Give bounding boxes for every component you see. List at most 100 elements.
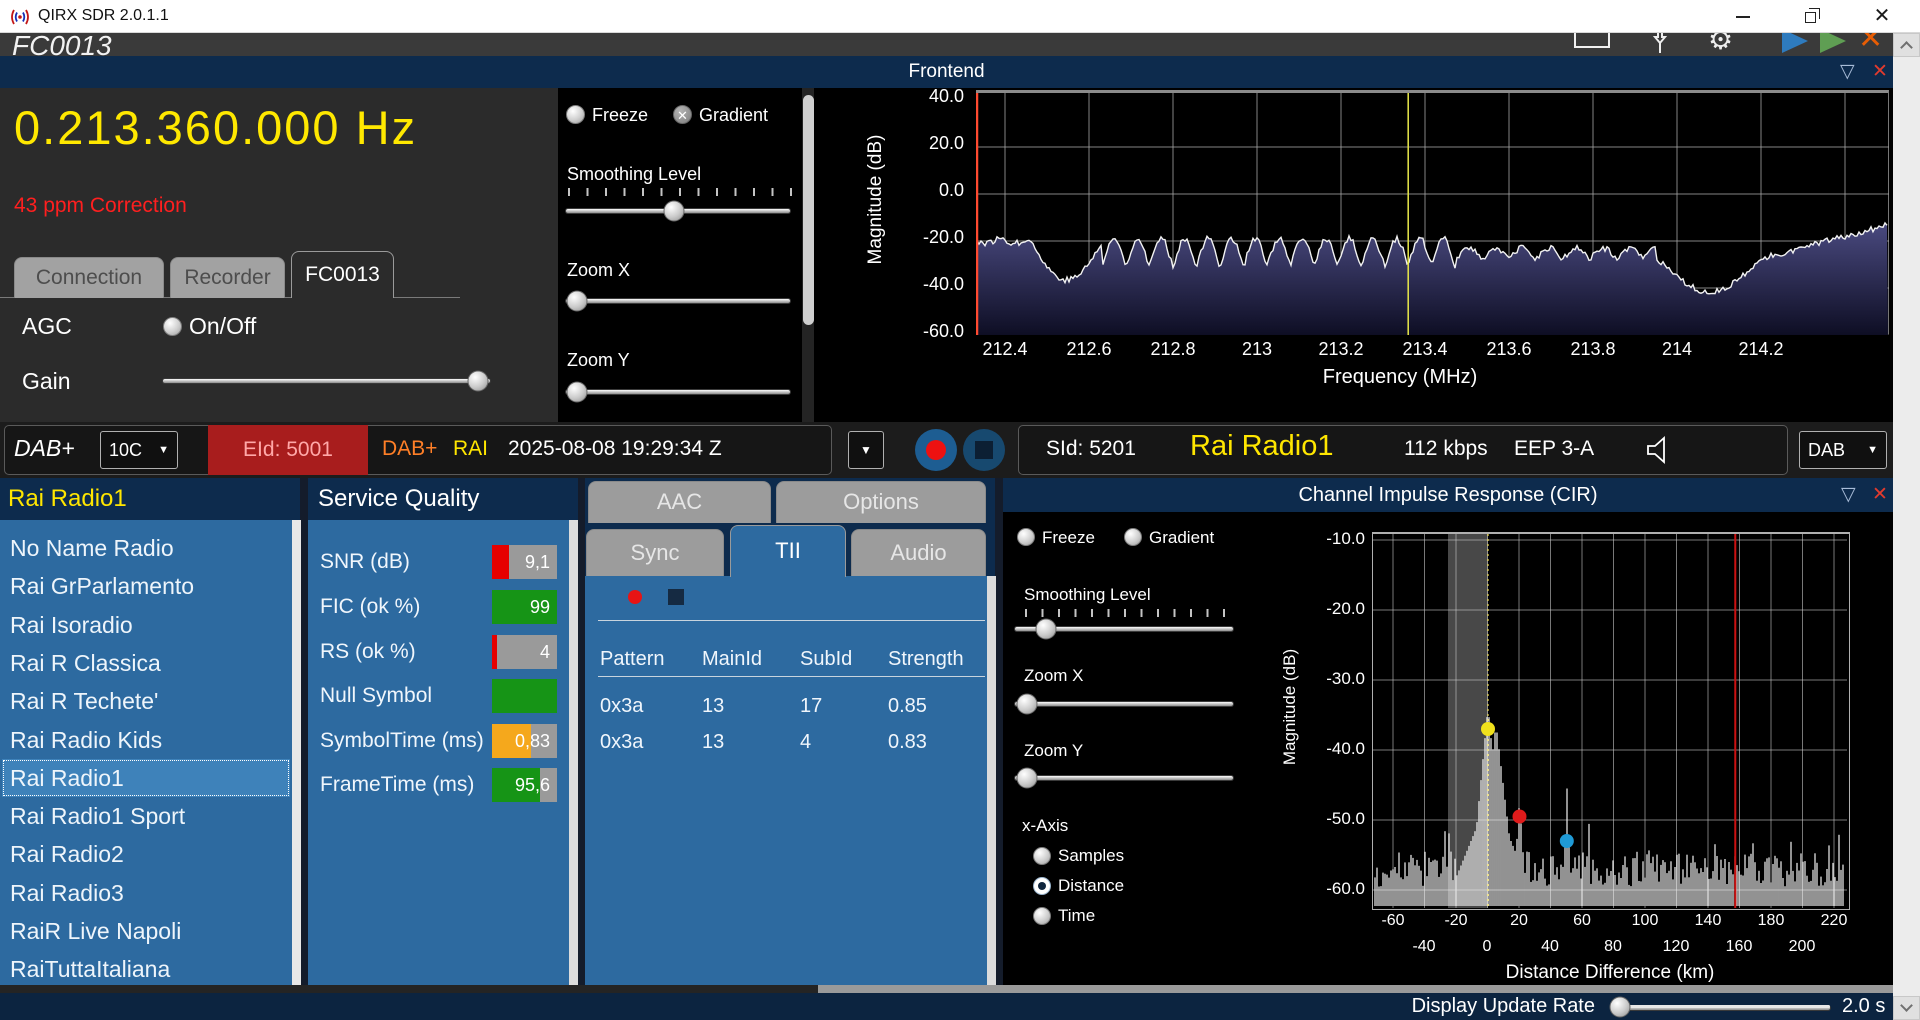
zoom-x-slider-thumb[interactable] — [567, 291, 588, 312]
frontend-title: Frontend — [0, 61, 1893, 83]
spectrum-xtick: 212.4 — [965, 339, 1045, 360]
services-scrollbar[interactable] — [292, 520, 301, 985]
gain-slider-thumb[interactable] — [468, 371, 489, 392]
service-item[interactable]: Rai Radio Kids — [2, 721, 290, 759]
smoothing-slider-thumb[interactable] — [664, 201, 685, 222]
receiver-tab-fc0013[interactable]: FC0013 — [291, 251, 394, 298]
decoder-tab-sync[interactable]: Sync — [586, 529, 724, 576]
service-item[interactable]: Rai GrParlamento — [2, 567, 290, 605]
service-item[interactable]: RaiR Live Napoli — [2, 912, 290, 950]
cir-plot[interactable] — [1372, 532, 1850, 910]
service-item[interactable]: Rai Isoradio — [2, 606, 290, 644]
cir-collapse-icon[interactable]: ▽ — [1841, 483, 1856, 506]
output-select[interactable]: DAB ▼ — [1799, 431, 1887, 469]
green-flag-icon[interactable] — [1820, 33, 1846, 53]
agc-toggle-label: On/Off — [189, 313, 256, 340]
receiver-tab-connection[interactable]: Connection — [14, 257, 164, 298]
record-icon — [926, 440, 946, 460]
cir-grid — [1373, 534, 1847, 908]
service-item[interactable]: Rai Radio3 — [2, 874, 290, 912]
cir-ytick: -50.0 — [1265, 809, 1365, 829]
gain-slider-track[interactable] — [163, 379, 490, 383]
update-rate-thumb[interactable] — [1610, 997, 1631, 1018]
cir-gradient-label: Gradient — [1149, 528, 1214, 548]
cir-smoothing-label: Smoothing Level — [1024, 585, 1151, 605]
timestamp: 2025-08-08 19:29:34 Z — [508, 437, 722, 461]
frontend-splitter[interactable] — [803, 95, 814, 325]
cir-zoom-y-thumb[interactable] — [1017, 768, 1038, 789]
service-item[interactable]: Rai R Classica — [2, 644, 290, 682]
record-button[interactable] — [915, 429, 957, 471]
spectrum-plot[interactable] — [976, 90, 1889, 334]
cir-zoom-y-label: Zoom Y — [1024, 741, 1083, 761]
zoom-y-slider-thumb[interactable] — [567, 382, 588, 403]
cir-xaxis-radio-time[interactable] — [1033, 907, 1051, 925]
right-scrollbar[interactable] — [1893, 33, 1920, 1020]
spectrum-ytick: -40.0 — [864, 274, 964, 295]
cir-xaxis-radio-samples[interactable] — [1033, 847, 1051, 865]
channel-value: 10C — [109, 440, 142, 461]
cir-smoothing-thumb[interactable] — [1036, 619, 1057, 640]
orange-close-icon[interactable]: ✕ — [1858, 33, 1883, 56]
cir-header: Channel Impulse Response (CIR) — [1003, 484, 1893, 507]
decoder-scrollbar[interactable] — [987, 576, 996, 985]
stop-button[interactable] — [963, 429, 1005, 471]
blue-flag-icon[interactable] — [1782, 33, 1808, 53]
frontend-collapse-icon[interactable]: ▽ — [1840, 60, 1855, 83]
service-item[interactable]: RaiTuttaItaliana — [2, 950, 290, 988]
decoder-tab-audio[interactable]: Audio — [851, 529, 986, 576]
cir-zoom-x-track[interactable] — [1015, 702, 1233, 706]
service-item[interactable]: Rai Radio1 — [2, 759, 290, 797]
scroll-up-button[interactable] — [1893, 33, 1920, 57]
zoom-y-slider-track[interactable] — [566, 390, 790, 394]
window-frame-icon[interactable] — [1574, 33, 1610, 48]
service-item[interactable]: No Name Radio — [2, 529, 290, 567]
frontend-close-icon[interactable]: ✕ — [1872, 60, 1888, 83]
service-item[interactable]: Rai Radio2 — [2, 835, 290, 873]
zoom-x-label: Zoom X — [567, 260, 630, 281]
status-bar: Display Update Rate 2.0 s — [0, 993, 1893, 1020]
cir-ylabel: Magnitude (dB) — [1280, 602, 1300, 812]
decoder-tab-tii[interactable]: TII — [730, 525, 846, 577]
restore-button[interactable] — [1788, 0, 1834, 33]
channel-select[interactable]: 10C ▼ — [100, 431, 178, 469]
agc-radio[interactable] — [163, 317, 182, 336]
services-panel: Rai Radio1 No Name RadioRai GrParlamento… — [0, 478, 300, 985]
speaker-icon[interactable] — [1640, 432, 1676, 468]
zoom-x-slider-track[interactable] — [566, 299, 790, 303]
freeze-radio[interactable] — [566, 105, 585, 124]
sq-header: Service Quality — [318, 485, 479, 513]
service-item[interactable]: Rai R Techete' — [2, 682, 290, 720]
sq-row-label: FrameTime (ms) — [320, 768, 474, 802]
cir-zoom-y-track[interactable] — [1015, 776, 1233, 780]
receiver-panel: 0.213.360.000 Hz 43 ppm Correction AGC O… — [0, 88, 558, 422]
spectrum-xtick: 213.6 — [1469, 339, 1549, 360]
decoder-panel: AACOptionsSyncTIIAudioPatternMainIdSubId… — [585, 478, 995, 985]
tii-column-header: MainId — [702, 648, 762, 671]
tii-column-header: Pattern — [600, 648, 664, 671]
cir-zoom-x-thumb[interactable] — [1017, 694, 1038, 715]
decoder-tab-options[interactable]: Options — [776, 481, 986, 523]
cir-gradient-radio[interactable] — [1124, 528, 1142, 546]
pin-icon[interactable] — [1650, 33, 1670, 55]
cir-xaxis-radio-distance[interactable] — [1033, 877, 1051, 895]
gear-icon[interactable]: ⚙ — [1708, 33, 1733, 56]
clipped-panel-caption: FC0013 — [12, 33, 112, 56]
minimize-button[interactable] — [1720, 0, 1766, 33]
dab-bar: DAB+ 10C ▼ EId: 5001 DAB+ RAI 2025-08-08… — [0, 422, 1893, 478]
sq-scrollbar[interactable] — [569, 520, 578, 985]
cir-freeze-radio[interactable] — [1017, 528, 1035, 546]
sq-row-label: Null Symbol — [320, 679, 432, 713]
decoder-tab-aac[interactable]: AAC — [588, 481, 771, 523]
update-rate-track2[interactable] — [1612, 1005, 1830, 1008]
spectrum-svg — [976, 93, 1889, 335]
service-item[interactable]: Rai Radio1 Sport — [2, 797, 290, 835]
gradient-checkbox[interactable]: ✕ — [673, 105, 692, 124]
mux-dropdown-button[interactable]: ▼ — [848, 431, 884, 469]
output-dropdown-icon: ▼ — [1867, 444, 1878, 456]
receiver-tab-recorder[interactable]: Recorder — [170, 257, 285, 298]
app-icon — [9, 6, 31, 28]
scroll-down-button[interactable] — [1893, 996, 1920, 1020]
close-button[interactable]: ✕ — [1859, 0, 1905, 33]
cir-close-icon[interactable]: ✕ — [1872, 483, 1888, 506]
